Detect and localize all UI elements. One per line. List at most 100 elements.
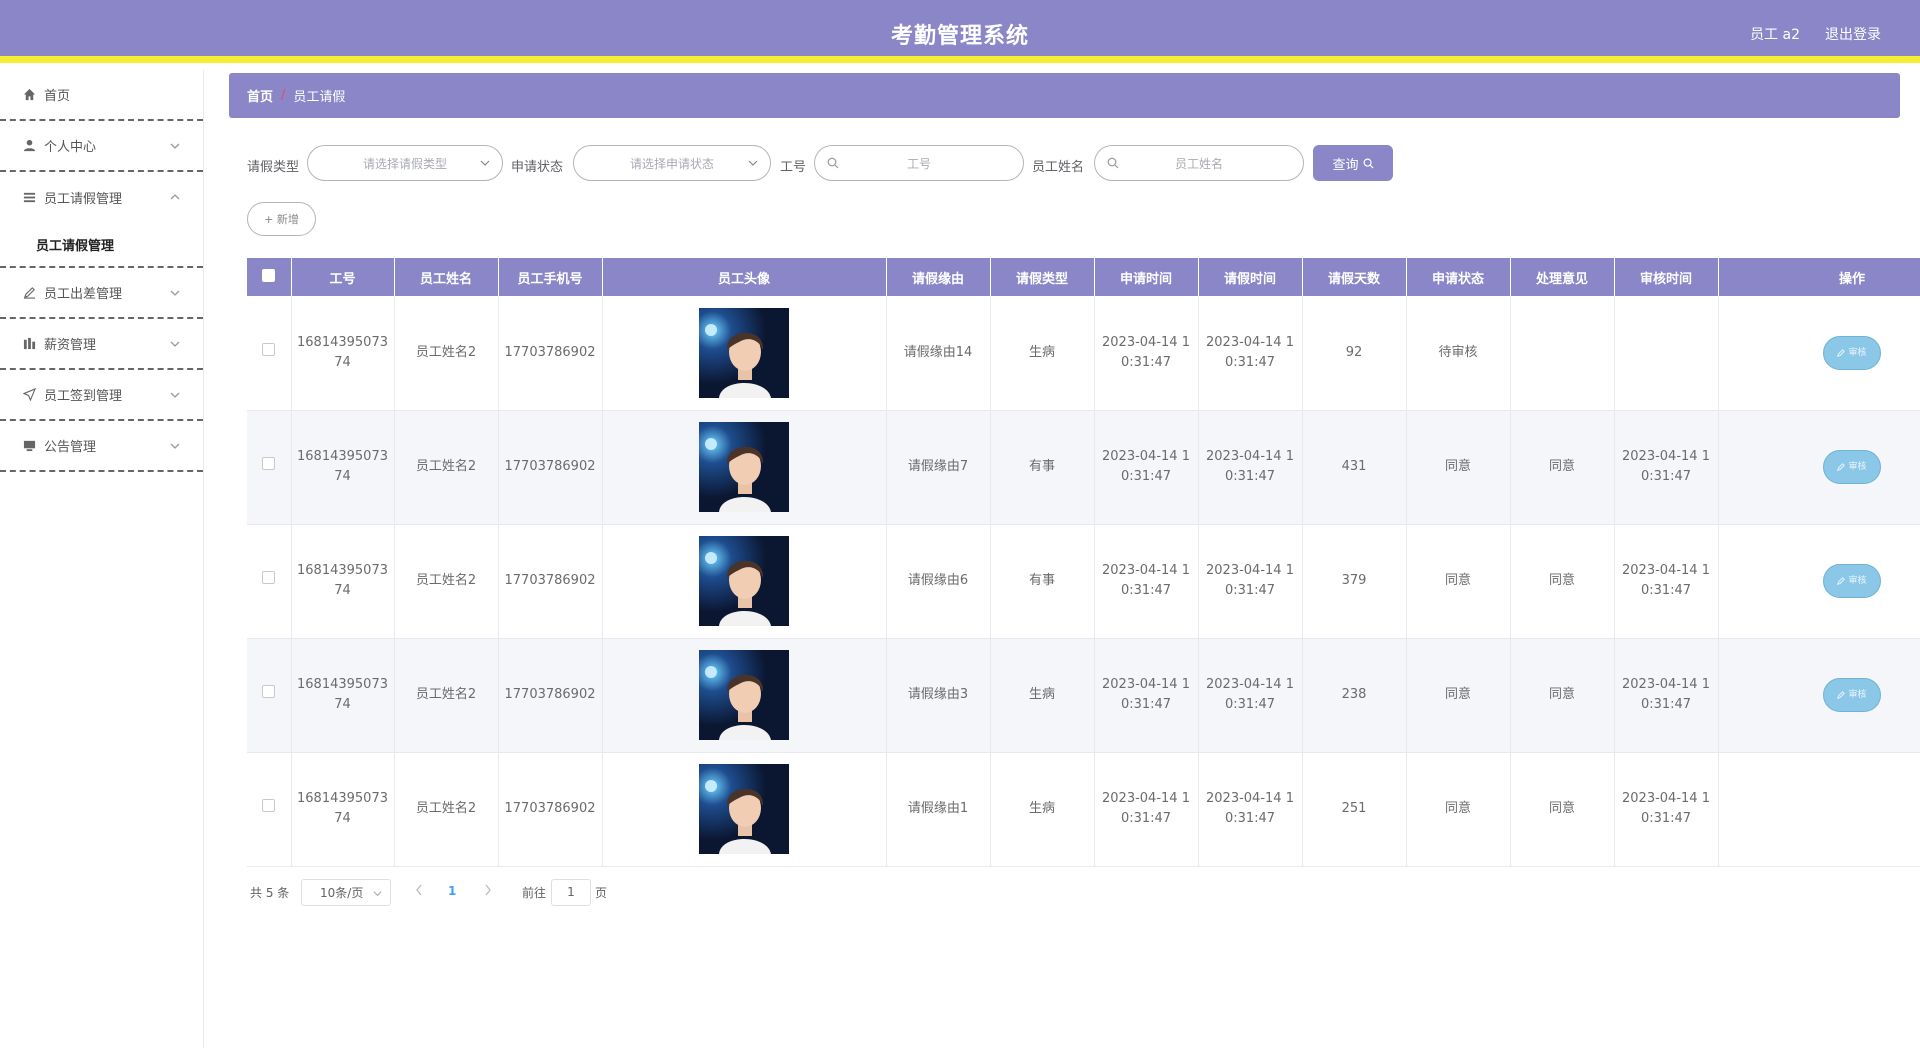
chevron-down-icon [170, 143, 180, 149]
select-all-checkbox[interactable] [262, 268, 276, 282]
cell-apply-time: 2023-04-14 10:31:47 [1094, 524, 1199, 639]
cell-apply-time: 2023-04-14 10:31:47 [1094, 296, 1199, 411]
row-select-cell[interactable] [247, 410, 292, 525]
cell-reason: 请假缘由3 [886, 638, 991, 753]
cell-days: 92 [1302, 296, 1407, 411]
cell-action: 审核 [1718, 638, 1920, 753]
monitor-icon [22, 439, 36, 453]
audit-button[interactable]: 审核 [1823, 564, 1881, 598]
audit-button[interactable]: 审核 [1823, 450, 1881, 484]
cell-name: 员工姓名2 [394, 638, 499, 753]
add-button[interactable]: + 新增 [247, 202, 316, 236]
page-size-select[interactable]: 10条/页 [301, 879, 391, 906]
cell-avatar [602, 410, 887, 525]
cell-opinion [1510, 296, 1615, 411]
sidebar-item-personal-center[interactable]: 个人中心 [0, 121, 203, 172]
cell-avatar [602, 638, 887, 753]
audit-button-label: 审核 [1848, 576, 1867, 586]
row-select-cell[interactable] [247, 752, 292, 867]
pagination-total: 共 5 条 [250, 885, 290, 900]
prev-page-icon[interactable] [414, 883, 424, 897]
query-button-label: 查询 [1332, 157, 1359, 173]
sidebar-item-home[interactable]: 首页 [0, 70, 203, 121]
sidebar-item-label: 员工出差管理 [44, 287, 123, 302]
edit-icon [1837, 577, 1846, 585]
col-header: 申请时间 [1094, 258, 1199, 296]
page-number-current[interactable]: 1 [448, 884, 456, 898]
chevron-down-icon [170, 341, 180, 347]
sidebar-item-leave-management[interactable]: 员工请假管理 [0, 172, 203, 223]
row-checkbox[interactable] [262, 342, 276, 356]
next-page-icon[interactable] [483, 883, 493, 897]
cell-type: 生病 [990, 638, 1095, 753]
col-header: 请假缘由 [886, 258, 991, 296]
table-row: 1681439507374 员工姓名2 17703786902 请假缘由14 生病 202… [247, 296, 1920, 411]
leave-type-placeholder: 请选择请假类型 [362, 156, 447, 171]
row-checkbox[interactable] [262, 685, 276, 698]
cell-action: 审核 [1718, 524, 1920, 639]
row-select-cell[interactable] [247, 638, 292, 753]
logout-link[interactable]: 退出登录 [1825, 24, 1881, 44]
cell-action: 审核 [1718, 410, 1920, 525]
employee-avatar [699, 764, 789, 854]
row-select-cell[interactable] [247, 524, 292, 639]
breadcrumb-home[interactable]: 首页 [247, 86, 273, 105]
chevron-down-icon [170, 443, 180, 449]
chevron-down-icon [480, 160, 490, 166]
query-button[interactable]: 查询 [1313, 145, 1393, 181]
edit-icon [1837, 691, 1846, 699]
cell-leave-time: 2023-04-14 10:31:47 [1198, 296, 1303, 411]
goto-page-input[interactable]: 1 [551, 879, 591, 906]
status-select[interactable]: 请选择申请状态 [573, 145, 771, 181]
breadcrumb-separator: / [281, 88, 286, 103]
col-header: 员工手机号 [498, 258, 603, 296]
edit-icon [22, 286, 36, 300]
row-checkbox[interactable] [262, 571, 276, 584]
select-all-cell[interactable] [247, 258, 292, 296]
row-select-cell[interactable] [247, 296, 292, 411]
sidebar-item-salary[interactable]: 薪资管理 [0, 319, 203, 370]
cell-days: 379 [1302, 524, 1407, 639]
audit-button[interactable]: 审核 [1823, 335, 1881, 370]
goto-unit-label: 页 [595, 886, 608, 900]
top-header: 考勤管理系统 员工 a2 退出登录 [0, 0, 1920, 63]
cell-name: 员工姓名2 [394, 752, 499, 867]
leave-type-select[interactable]: 请选择请假类型 [307, 145, 503, 181]
cell-emp-no: 1681439507374 [291, 410, 395, 525]
cell-apply-time: 2023-04-14 10:31:47 [1094, 752, 1199, 867]
cell-status: 同意 [1406, 638, 1511, 753]
cell-phone: 17703786902 [498, 752, 603, 867]
sidebar-item-announcement[interactable]: 公告管理 [0, 421, 203, 472]
edit-icon [1837, 348, 1846, 357]
audit-button[interactable]: 审核 [1823, 678, 1881, 712]
emp-name-input[interactable]: 员工姓名 [1094, 145, 1304, 181]
cell-audit-time: 2023-04-14 10:31:47 [1614, 638, 1719, 753]
cell-avatar [602, 296, 887, 411]
sidebar-item-check-in[interactable]: 员工签到管理 [0, 370, 203, 421]
cell-opinion: 同意 [1510, 524, 1615, 639]
cell-days: 251 [1302, 752, 1407, 867]
sidebar-item-label: 员工签到管理 [44, 389, 123, 404]
sidebar-subitem-leave-management[interactable]: 员工请假管理 [0, 223, 203, 268]
employee-avatar [699, 307, 789, 398]
cell-phone: 17703786902 [498, 296, 603, 411]
cell-phone: 17703786902 [498, 638, 603, 753]
cell-apply-time: 2023-04-14 10:31:47 [1094, 410, 1199, 525]
leave-table: 工号 员工姓名 员工手机号 员工头像 请假缘由 请假类型 申请时间 请假时间 请… [247, 258, 1920, 867]
chevron-down-icon [373, 891, 382, 897]
row-checkbox[interactable] [262, 457, 276, 470]
col-header: 请假天数 [1302, 258, 1407, 296]
cell-emp-no: 1681439507374 [291, 524, 395, 639]
emp-no-input[interactable]: 工号 [814, 145, 1024, 181]
employee-avatar [699, 422, 789, 512]
col-header: 申请状态 [1406, 258, 1511, 296]
cell-avatar [602, 752, 887, 867]
sidebar-item-business-trip[interactable]: 员工出差管理 [0, 268, 203, 319]
goto-label: 前往 [522, 886, 547, 900]
search-icon [827, 157, 839, 169]
send-icon [22, 388, 36, 402]
row-checkbox[interactable] [262, 799, 276, 812]
cell-type: 生病 [990, 752, 1095, 867]
breadcrumb-current: 员工请假 [293, 90, 346, 105]
col-header: 请假类型 [990, 258, 1095, 296]
